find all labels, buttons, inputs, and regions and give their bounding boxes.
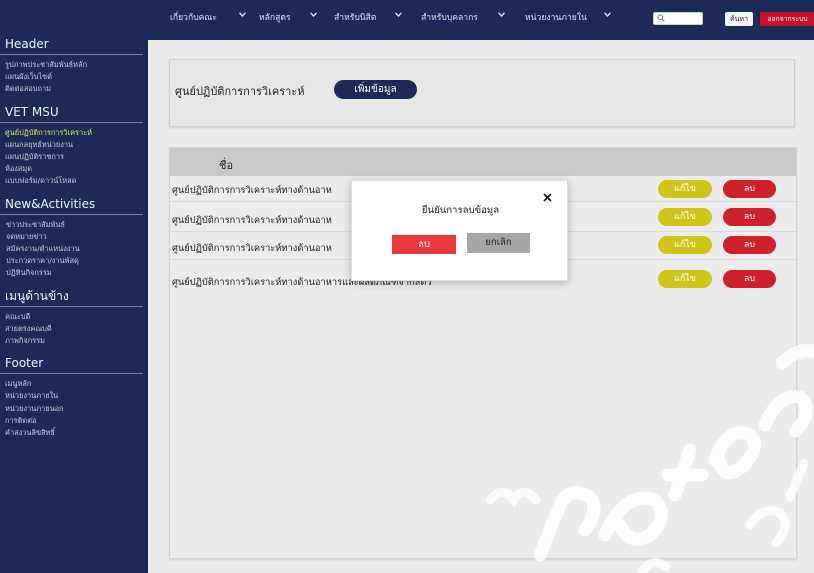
sidebar-item-contact-footer[interactable]: การติดต่อ (0, 415, 148, 427)
sidebar-section-vetmsu: VET MSU (5, 104, 59, 119)
divider (0, 305, 143, 307)
row-name: ศูนย์ปฏิบัติการการวิเคราะห์ทางด้านอาห (172, 215, 332, 226)
search-button[interactable]: ค้นหา (725, 12, 753, 26)
confirm-delete-button[interactable]: ลบ (392, 235, 456, 254)
nav-item-curriculum[interactable]: หลักสูตร (259, 10, 291, 24)
row-name: ศูนย์ปฏิบัติการการวิเคราะห์ทางด้านอาห (172, 185, 332, 196)
nav-item-students[interactable]: สำหรับนิสิต (334, 10, 377, 24)
nav-item-about[interactable]: เกี่ยวกับคณะ (170, 10, 217, 24)
sidebar-item-contact[interactable]: ติดต่อสอบถาม (0, 83, 148, 95)
sidebar-item-action-plan[interactable]: แผนปฏิบัติราชการ (0, 151, 148, 163)
confirm-delete-dialog: ยืนยันการลบข้อมูล ลบ ยกเลิก (351, 180, 568, 281)
sidebar-item-internal[interactable]: หน่วยงานภายใน (0, 390, 148, 402)
chevron-down-icon[interactable] (395, 12, 402, 17)
page-header-card: ศูนย์ปฏิบัติการการวิเคราะห์ เพิ่มข้อมูล (169, 59, 795, 127)
sidebar: Header รูปภาพประชาสัมพันธ์หลัก แผนผังเว็… (0, 0, 148, 573)
delete-button[interactable]: ลบ (723, 270, 776, 288)
add-data-button[interactable]: เพิ่มข้อมูล (334, 80, 417, 99)
sidebar-item-main-menu[interactable]: เมนูหลัก (0, 378, 148, 390)
sidebar-item-external[interactable]: หน่วยงานภายนอก (0, 403, 148, 415)
divider (0, 373, 143, 375)
chevron-down-icon[interactable] (604, 12, 611, 17)
divider (0, 54, 143, 55)
sidebar-item-analysis-center[interactable]: ศูนย์ปฏิบัติการการวิเคราะห์ (0, 127, 148, 139)
sidebar-item-pr-news[interactable]: ข่าวประชาสัมพันธ์ (0, 219, 148, 231)
sidebar-item-strategy[interactable]: แผนกลยุทธ์หน่วยงาน (0, 139, 148, 151)
sidebar-item-gallery[interactable]: ภาพกิจกรรม (0, 335, 148, 347)
sidebar-item-newsletter[interactable]: จดหมายข่าว (0, 231, 148, 243)
chevron-down-icon[interactable] (239, 12, 246, 17)
delete-button[interactable]: ลบ (723, 208, 776, 226)
delete-button[interactable]: ลบ (723, 180, 776, 198)
dialog-title: ยืนยันการลบข้อมูล (421, 205, 500, 216)
close-icon[interactable] (543, 193, 552, 202)
sidebar-item-procurement[interactable]: ประกวดราคา/งานพัสดุ (0, 255, 148, 267)
cancel-button[interactable]: ยกเลิก (467, 233, 530, 253)
sidebar-section-header: Header (5, 37, 49, 51)
nav-item-staff[interactable]: สำหรับบุคลากร (421, 10, 478, 24)
edit-button[interactable]: แก้ไข (658, 270, 712, 288)
divider (0, 213, 143, 215)
sidebar-item-banner[interactable]: รูปภาพประชาสัมพันธ์หลัก (0, 59, 148, 71)
sidebar-item-dean[interactable]: คณะบดี (0, 311, 148, 323)
sidebar-item-library[interactable]: ห้องสมุด (0, 163, 148, 175)
sidebar-item-calendar[interactable]: ปฏิทินกิจกรรม (0, 267, 148, 279)
sidebar-item-sitemap[interactable]: แผนผังเว็บไซต์ (0, 71, 148, 83)
search-icon (657, 14, 665, 22)
edit-button[interactable]: แก้ไข (658, 180, 712, 198)
row-name: ศูนย์ปฏิบัติการการวิเคราะห์ทางด้านอาห (172, 243, 332, 254)
sidebar-item-forms[interactable]: แบบฟอร์ม/ดาวน์โหลด (0, 175, 148, 187)
top-navbar: เกี่ยวกับคณะ หลักสูตร สำหรับนิสิต สำหรับ… (148, 0, 814, 40)
column-header-name: ชื่อ (219, 159, 234, 172)
edit-button[interactable]: แก้ไข (658, 208, 712, 226)
delete-button[interactable]: ลบ (723, 236, 776, 254)
search-input[interactable] (653, 12, 703, 25)
sidebar-item-dean-line[interactable]: สายตรงคณบดี (0, 323, 148, 335)
sidebar-section-side-menu: เมนูด้านข้าง (5, 288, 69, 303)
table-header: ชื่อ (170, 148, 796, 176)
logout-button[interactable]: ออกจากระบบ (760, 12, 814, 26)
edit-button[interactable]: แก้ไข (658, 236, 712, 254)
sidebar-item-copyright[interactable]: คำสงวนลิขสิทธิ์ (0, 427, 148, 439)
sidebar-section-news: New&Activities (5, 196, 96, 211)
nav-item-internal-units[interactable]: หน่วยงานภายใน (525, 10, 587, 24)
sidebar-section-footer: Footer (5, 356, 44, 371)
chevron-down-icon[interactable] (310, 12, 317, 17)
chevron-down-icon[interactable] (498, 12, 505, 17)
divider (0, 121, 143, 123)
page-title: ศูนย์ปฏิบัติการการวิเคราะห์ (175, 85, 305, 98)
sidebar-item-jobs[interactable]: สมัครงาน/ตำแหน่งงาน (0, 243, 148, 255)
